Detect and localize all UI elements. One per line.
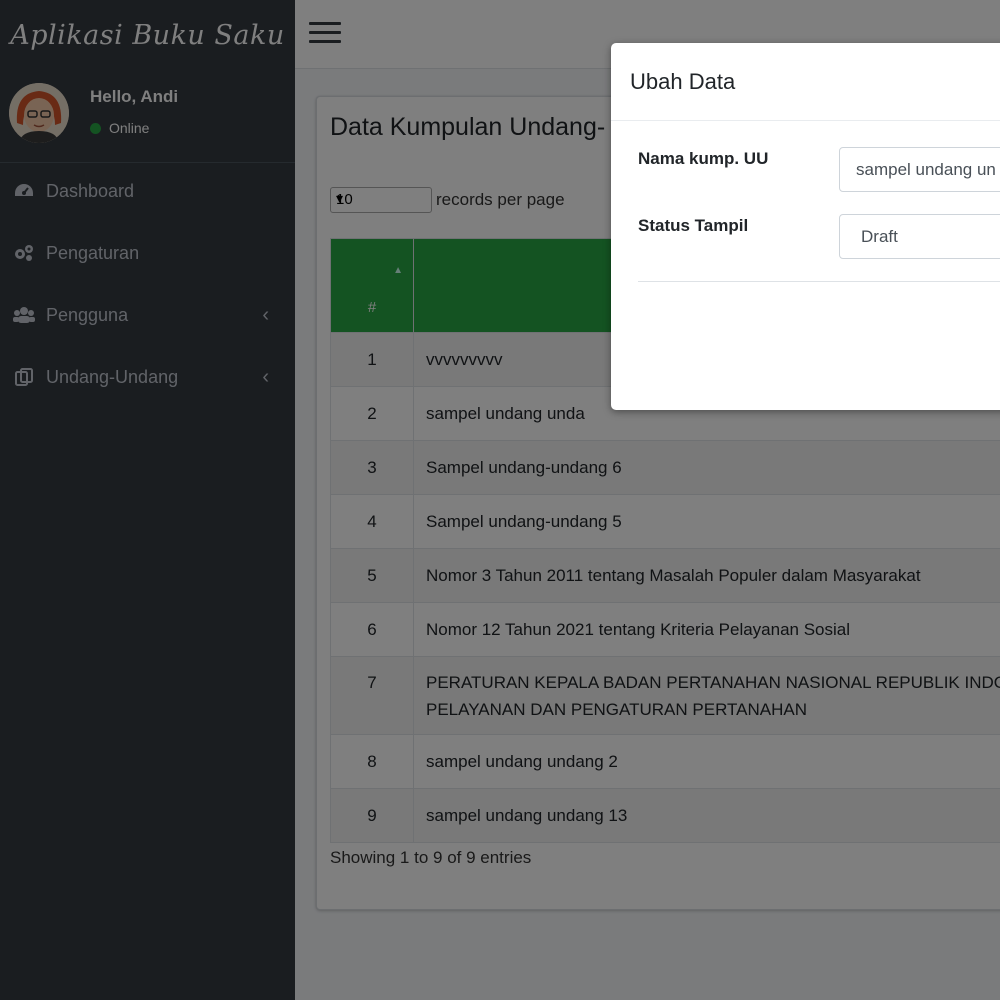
modal-title: Ubah Data [630, 69, 736, 94]
status-select[interactable]: Draft [839, 214, 1000, 259]
nama-input[interactable]: sampel undang un [839, 147, 1000, 192]
edit-modal: Ubah Data Nama kump. UU sampel undang un… [611, 43, 1000, 410]
form-divider [638, 281, 1000, 282]
field-label-nama: Nama kump. UU [638, 149, 769, 168]
field-label-status: Status Tampil [638, 216, 749, 235]
modal-header: Ubah Data [611, 43, 1000, 121]
